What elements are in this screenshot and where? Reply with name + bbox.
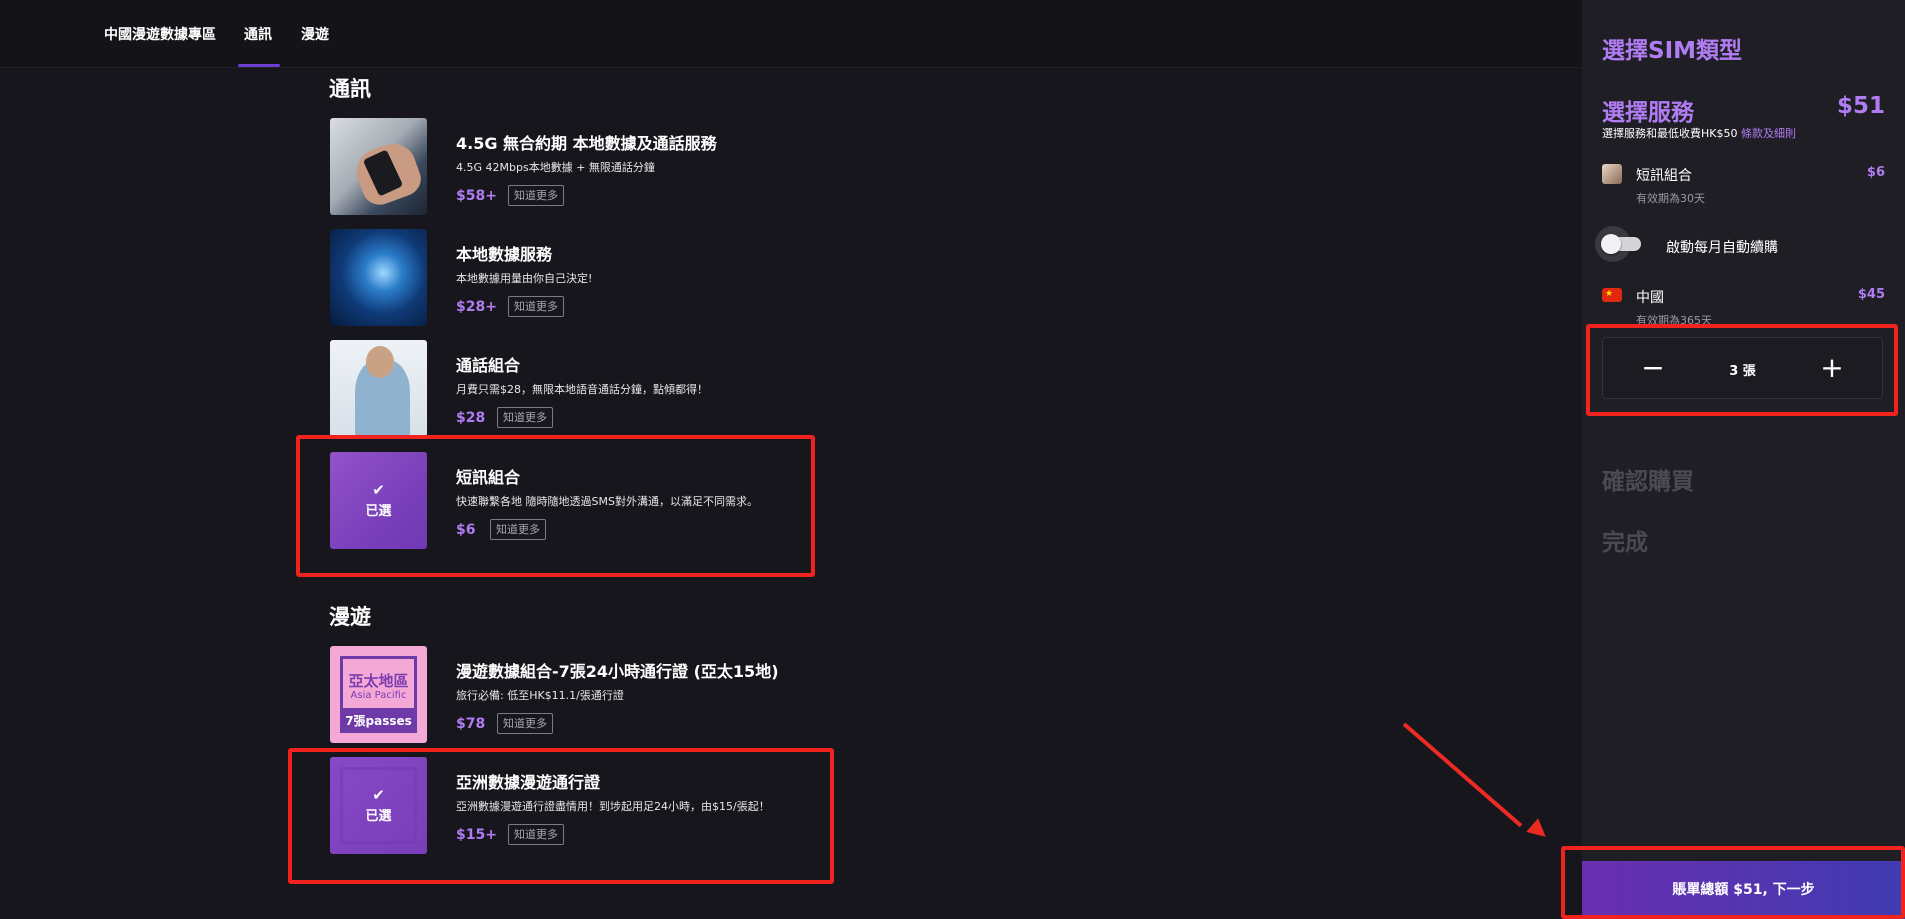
product-card[interactable]: 本地數據服務 本地數據用量由你自己決定! $28+ 知道更多 xyxy=(330,229,810,327)
annotation-box xyxy=(1561,846,1905,919)
top-nav: 中國漫遊數據專區 通訊 漫遊 xyxy=(0,0,1582,68)
summary-item-name: 短訊組合 xyxy=(1636,168,1692,184)
product-desc: 旅行必備: 低至HK$11.1/張通行證 xyxy=(456,689,624,702)
summary-item-validity: 有效期為365天 xyxy=(1636,314,1712,324)
summary-item-price: $45 xyxy=(1857,287,1885,302)
china-flag-icon: ★ xyxy=(1602,288,1622,302)
sms-thumb-icon xyxy=(1602,164,1622,184)
service-title: 選擇服務 xyxy=(1602,100,1694,126)
product-name: 通話組合 xyxy=(456,356,521,375)
product-price: $28 xyxy=(456,410,486,426)
auto-renew-label: 啟動每月自動續購 xyxy=(1666,240,1778,256)
product-price: $58+ xyxy=(456,188,497,204)
annotation-box xyxy=(1586,324,1898,416)
nav-item-china-roaming[interactable]: 中國漫遊數據專區 xyxy=(104,24,216,44)
product-desc: 4.5G 42Mbps本地數據 + 無限通話分鐘 xyxy=(456,161,655,174)
service-note: 選擇服務和最低收費HK$50 條款及細則 xyxy=(1602,127,1796,140)
product-card[interactable]: 4.5G 無合約期 本地數據及通話服務 4.5G 42Mbps本地數據 + 無限… xyxy=(330,118,810,216)
summary-item-name: 中國 xyxy=(1636,290,1664,306)
learn-more-button[interactable]: 知道更多 xyxy=(508,185,564,206)
asia-pacific-thumbnail: 亞太地區 Asia Pacific 7張passes xyxy=(330,646,427,743)
product-name: 本地數據服務 xyxy=(456,245,553,264)
product-price: $78 xyxy=(456,716,486,732)
product-desc: 本地數據用量由你自己決定! xyxy=(456,272,593,285)
annotation-arrow xyxy=(1402,722,1523,828)
section-title-communication: 通訊 xyxy=(329,77,371,101)
summary-item-price: $6 xyxy=(1866,165,1885,180)
step-confirm: 確認購買 xyxy=(1602,469,1694,495)
summary-item: ★ 中國 $45 有效期為365天 xyxy=(1602,284,1885,324)
nav-item-roaming[interactable]: 漫遊 xyxy=(301,24,329,44)
product-card[interactable]: 亞太地區 Asia Pacific 7張passes 漫遊數據組合-7張24小時… xyxy=(330,646,810,744)
product-name: 4.5G 無合約期 本地數據及通話服務 xyxy=(456,134,717,153)
phone-thumbnail xyxy=(330,118,427,215)
service-total: $51 xyxy=(1836,93,1885,119)
product-name: 漫遊數據組合-7張24小時通行證 (亞太15地) xyxy=(456,662,779,681)
panel-title: 選擇SIM類型 xyxy=(1602,38,1743,64)
summary-item-validity: 有效期為30天 xyxy=(1636,192,1705,205)
active-tab-indicator xyxy=(238,64,280,67)
arrow-head-icon xyxy=(1526,818,1552,844)
learn-more-button[interactable]: 知道更多 xyxy=(497,407,553,428)
order-summary-panel: 選擇SIM類型 選擇服務 $51 選擇服務和最低收費HK$50 條款及細則 短訊… xyxy=(1582,0,1905,919)
annotation-box xyxy=(296,435,815,577)
terms-link[interactable]: 條款及細則 xyxy=(1741,127,1796,140)
call-thumbnail xyxy=(330,340,427,437)
step-done: 完成 xyxy=(1602,530,1648,556)
product-price: $28+ xyxy=(456,299,497,315)
auto-renew-toggle[interactable] xyxy=(1595,226,1651,262)
data-thumbnail xyxy=(330,229,427,326)
learn-more-button[interactable]: 知道更多 xyxy=(497,713,553,734)
product-desc: 月費只需$28，無限本地語音通話分鐘，點傾都得！ xyxy=(456,383,708,396)
product-card[interactable]: 通話組合 月費只需$28，無限本地語音通話分鐘，點傾都得！ $28 知道更多 xyxy=(330,340,810,438)
annotation-box xyxy=(288,748,834,884)
learn-more-button[interactable]: 知道更多 xyxy=(508,296,564,317)
section-title-roaming: 漫遊 xyxy=(329,605,371,629)
nav-item-communication[interactable]: 通訊 xyxy=(244,24,272,44)
